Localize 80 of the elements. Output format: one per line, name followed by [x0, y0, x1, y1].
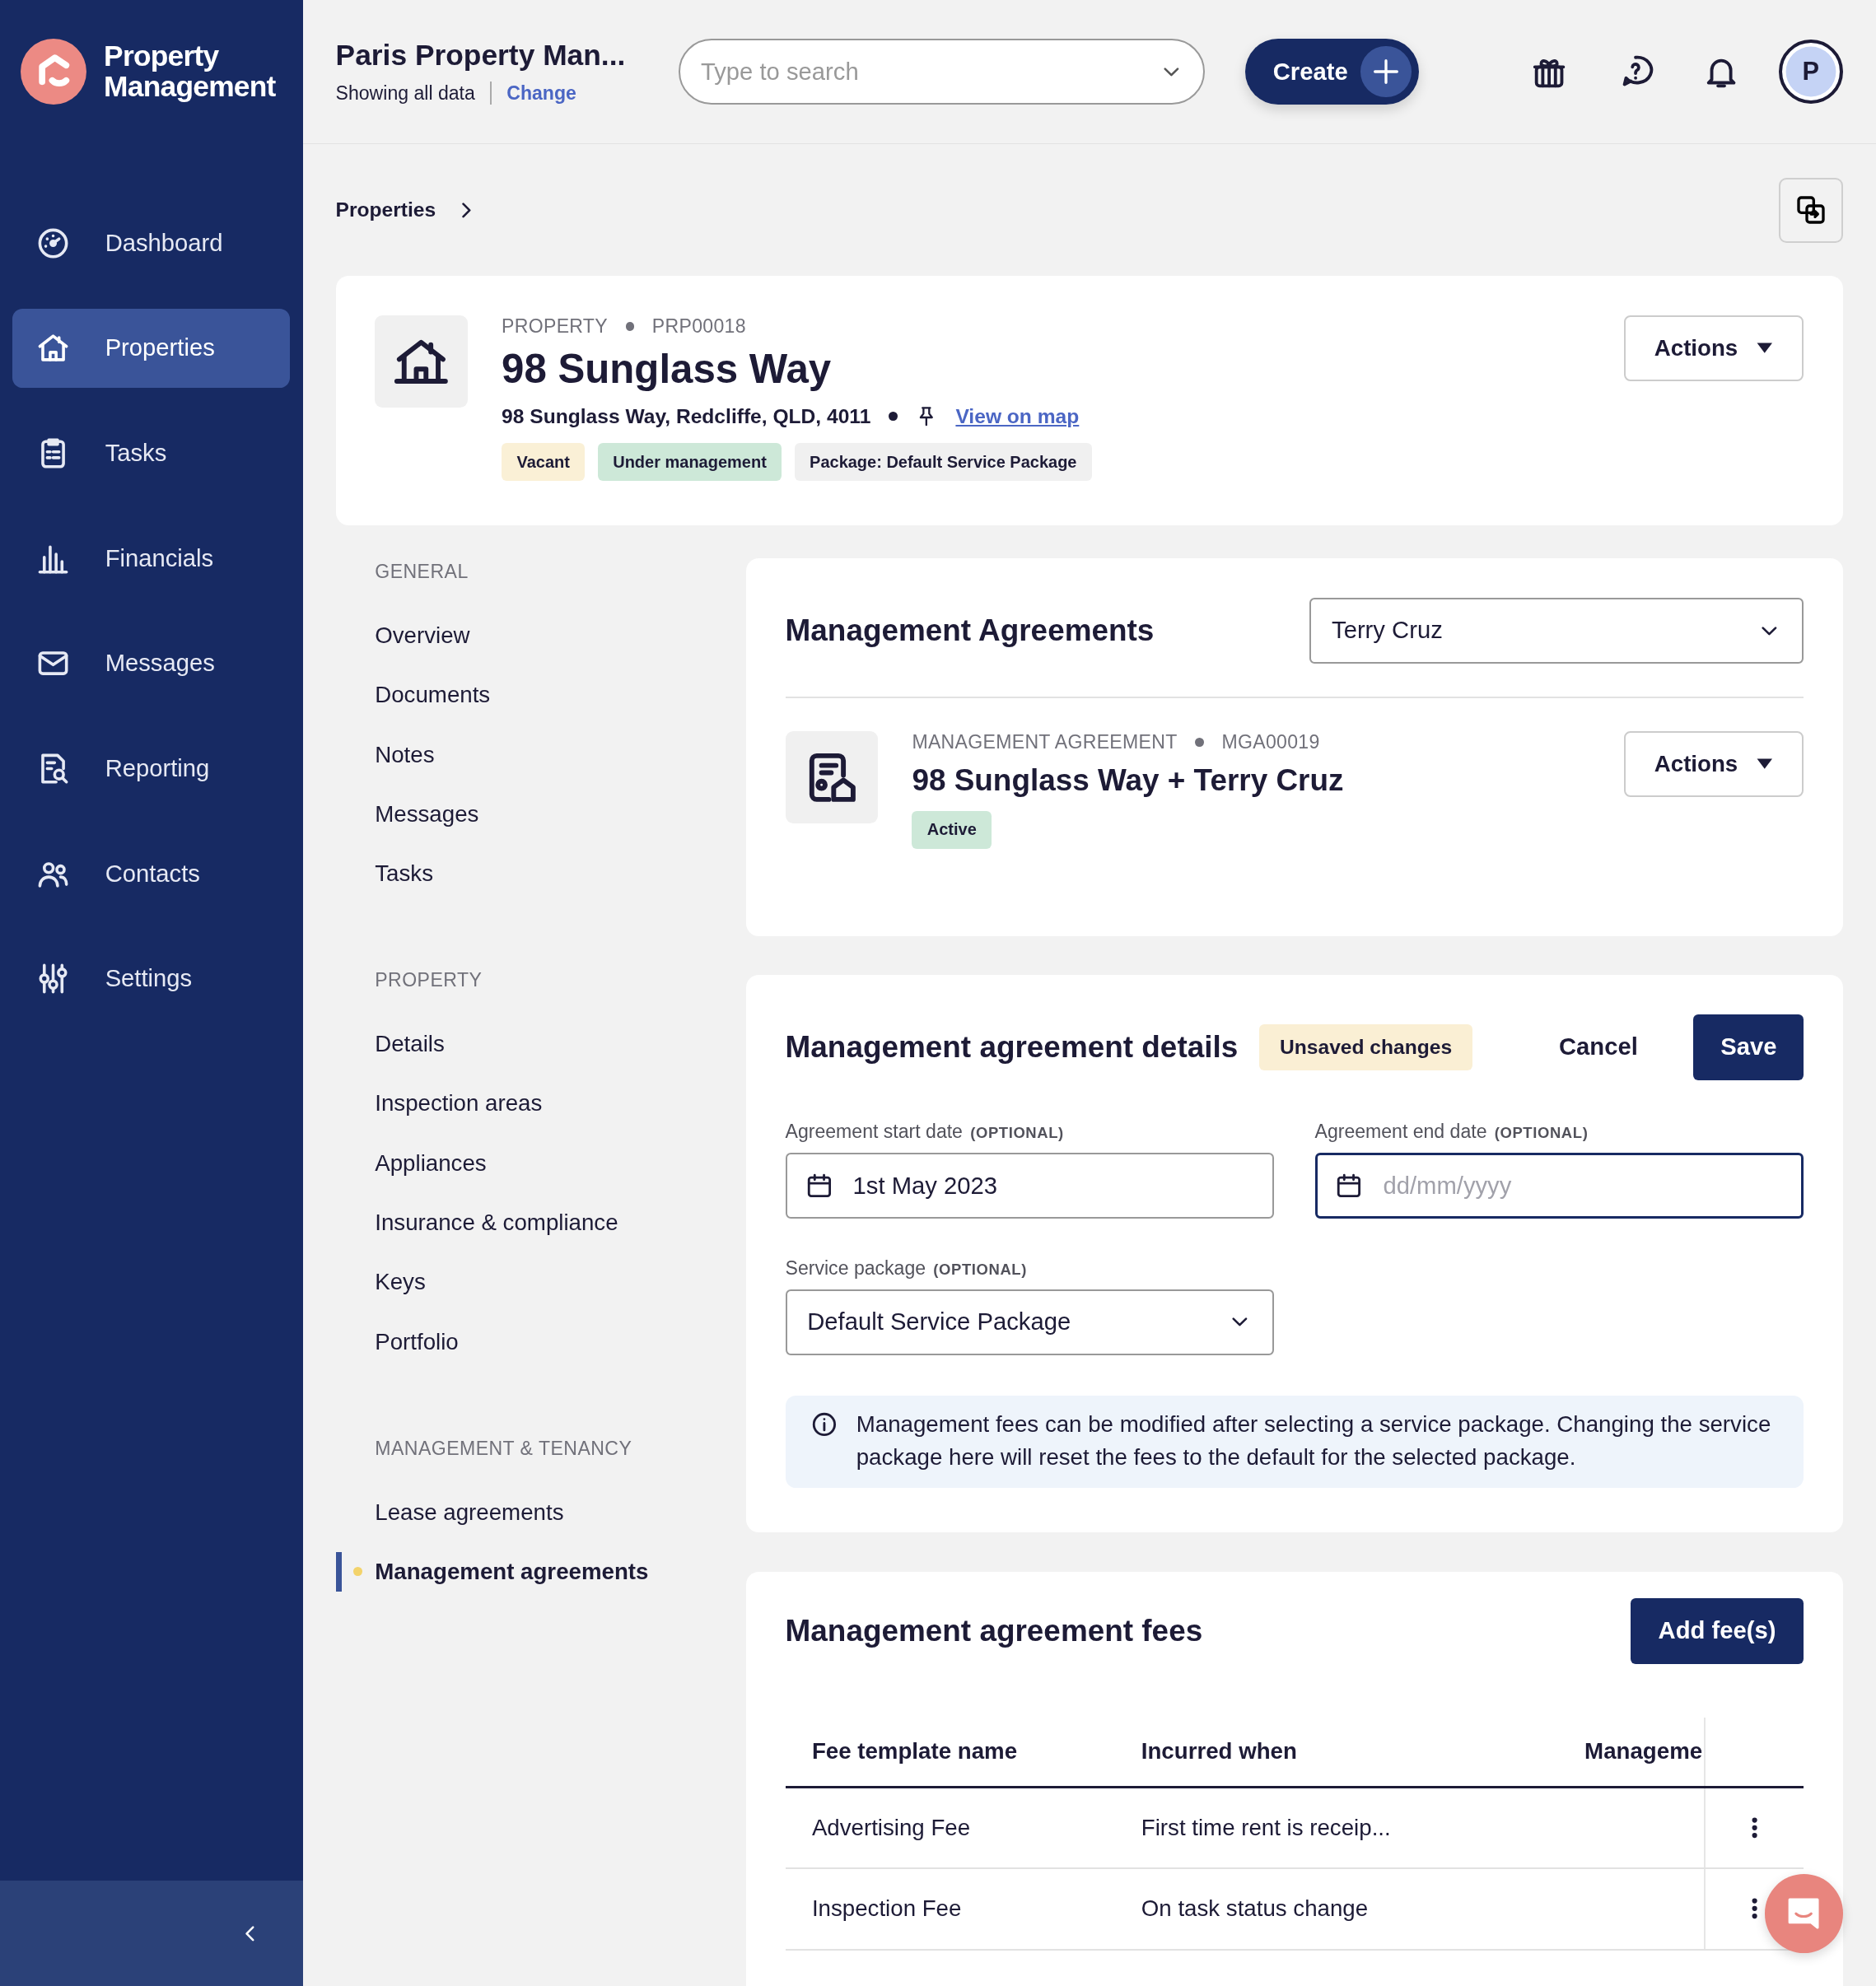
property-address: 98 Sunglass Way, Redcliffe, QLD, 4011	[502, 404, 871, 428]
change-link[interactable]: Change	[506, 82, 576, 105]
table-cell: First time rent is receip...	[1141, 1814, 1391, 1840]
section-nav-item[interactable]: Keys	[335, 1252, 722, 1312]
actions-button[interactable]: Actions	[1623, 730, 1804, 797]
card-title: Management agreement fees	[785, 1613, 1203, 1648]
logo-icon	[20, 38, 86, 105]
sidebar-item[interactable]: Properties	[12, 309, 291, 388]
separator-dot	[888, 412, 898, 421]
section-nav-item[interactable]: Insurance & compliance	[335, 1192, 722, 1253]
category-label: PROPERTY	[502, 315, 608, 338]
section-nav-item[interactable]: Overview	[335, 606, 722, 666]
status-tag: Active	[912, 810, 992, 849]
table-cell: Advertising Fee	[811, 1814, 971, 1840]
more-options-icon[interactable]	[1750, 1897, 1759, 1921]
optional-note: (OPTIONAL)	[970, 1124, 1064, 1143]
unsaved-badge: Unsaved changes	[1259, 1024, 1472, 1070]
status-tag: Package: Default Service Package	[794, 443, 1092, 482]
status-tag: Vacant	[502, 443, 586, 482]
property-code: PRP00018	[651, 315, 746, 338]
agreement-title: 98 Sunglass Way + Terry Cruz	[912, 763, 1345, 799]
actions-button[interactable]: Actions	[1623, 315, 1804, 381]
card-title: Management Agreements	[785, 613, 1155, 648]
separator-dot	[1195, 737, 1204, 747]
category-label: MANAGEMENT AGREEMENT	[912, 730, 1178, 753]
separator-dot	[625, 322, 635, 331]
organisation-title: Paris Property Man...	[335, 39, 627, 72]
sidebar-item[interactable]: Dashboard	[12, 203, 291, 282]
logo-text: Property Management	[104, 40, 277, 102]
create-button[interactable]: Create	[1244, 39, 1419, 105]
section-nav-item[interactable]: Messages	[335, 784, 722, 845]
copy-button[interactable]	[1778, 178, 1843, 243]
column-header: Incurred when	[1141, 1738, 1297, 1765]
field-label: Service package	[785, 1256, 926, 1280]
column-header: Fee template name	[811, 1738, 1018, 1765]
caret-icon	[1755, 758, 1774, 771]
date-field[interactable]: 1st May 2023	[785, 1153, 1275, 1219]
sidebar-item[interactable]: Messages	[12, 624, 291, 703]
sidebar-item[interactable]: Reporting	[12, 729, 291, 809]
service-package-select[interactable]: Default Service Package	[785, 1289, 1275, 1355]
sidebar-item[interactable]: Contacts	[12, 834, 291, 913]
field-label: Agreement start date	[785, 1121, 963, 1144]
section-nav-item[interactable]: Management agreements	[335, 1541, 722, 1601]
section-nav-item[interactable]: Inspection areas	[335, 1074, 722, 1134]
section-heading: GENERAL	[374, 561, 469, 584]
section-nav-item[interactable]: Portfolio	[335, 1312, 722, 1372]
add-fee-button[interactable]: Add fee(s)	[1630, 1598, 1804, 1664]
table-cell: On task status change	[1141, 1895, 1369, 1922]
optional-note: (OPTIONAL)	[933, 1260, 1027, 1279]
caret-icon	[1755, 342, 1774, 355]
property-title: 98 Sunglass Way	[502, 345, 833, 393]
card-title: Management agreement details	[785, 1029, 1239, 1065]
section-nav-item[interactable]: Appliances	[335, 1133, 722, 1193]
table-cell: Inspection Fee	[811, 1895, 962, 1922]
save-button[interactable]: Save	[1693, 1014, 1804, 1080]
field-label: Agreement end date	[1314, 1121, 1487, 1144]
info-note: Management fees can be modified after selecting a service package. Changing the service package here will reset the fees to the default for the selected package.	[856, 1410, 1772, 1472]
agreement-code: MGA00019	[1221, 730, 1320, 753]
scope-text: Showing all data	[335, 82, 475, 105]
section-nav-item[interactable]: Tasks	[335, 844, 722, 904]
column-header: Manageme	[1584, 1738, 1703, 1765]
section-heading: MANAGEMENT & TENANCY	[374, 1437, 633, 1460]
date-field[interactable]: dd/mm/yyyy	[1314, 1153, 1804, 1219]
section-nav-item[interactable]: Documents	[335, 665, 722, 725]
search-field[interactable]: Type to search	[679, 39, 1205, 105]
sidebar-item[interactable]: Tasks	[12, 413, 291, 493]
sidebar-item[interactable]: Financials	[12, 519, 291, 598]
section-nav-item[interactable]: Details	[335, 1014, 722, 1075]
owner-select[interactable]: Terry Cruz	[1309, 597, 1804, 664]
status-tag: Under management	[597, 443, 782, 482]
more-options-icon[interactable]	[1750, 1816, 1759, 1839]
sidebar-item[interactable]: Settings	[12, 939, 291, 1019]
optional-note: (OPTIONAL)	[1494, 1124, 1589, 1143]
breadcrumb-link[interactable]: Properties	[335, 198, 436, 222]
cancel-button[interactable]: Cancel	[1551, 1032, 1645, 1062]
map-link[interactable]: View on map	[955, 404, 1080, 428]
section-nav-item[interactable]: Lease agreements	[335, 1482, 722, 1542]
user-avatar[interactable]: P	[1778, 39, 1843, 105]
section-nav-item[interactable]: Notes	[335, 725, 722, 785]
section-heading: PROPERTY	[374, 969, 483, 992]
